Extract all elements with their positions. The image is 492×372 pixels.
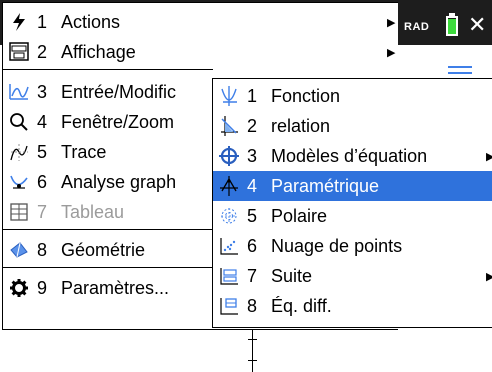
menu-item-actions[interactable]: 1 Actions [3,7,399,37]
gear-icon [7,276,31,300]
magnifier-icon [7,110,31,134]
parametric-icon [217,174,241,198]
table-icon [7,200,31,224]
submenu-item-fonction[interactable]: 1 Fonction [213,81,492,111]
lightning-icon [7,10,31,34]
submenu-item-nuage-de-points[interactable]: 6 Nuage de points [213,231,492,261]
submenu-item-eq-diff[interactable]: 8 Éq. diff. [213,291,492,321]
submenu-arrow-icon: ▶ [387,47,396,59]
submenu-item-parametrique[interactable]: 4 Paramétrique [213,171,492,201]
diff-eq-icon [217,294,241,318]
close-icon[interactable]: ✕ [468,14,486,36]
angle-mode-indicator: RAD [404,21,430,33]
polar-icon [217,204,241,228]
axis-tick [248,339,257,340]
battery-level [448,19,456,34]
sequence-icon [217,264,241,288]
trace-icon [7,140,31,164]
axis-tick [248,360,257,361]
submenu-item-polaire[interactable]: 5 Polaire [213,201,492,231]
geometry-icon [7,238,31,262]
submenu-arrow-icon: ▶ [387,17,396,29]
menu-item-affichage[interactable]: 2 Affichage [3,37,399,67]
view-icon [7,40,31,64]
function-icon [217,84,241,108]
analyze-icon [7,170,31,194]
graph-entry-icon [7,80,31,104]
submenu-item-suite[interactable]: 7 Suite [213,261,492,291]
menu-divider [3,229,213,230]
menu-divider [3,69,213,70]
scatter-icon [217,234,241,258]
entry-line-toggle-icon[interactable] [448,66,472,78]
submenu-arrow-icon: ▶ [486,271,492,283]
submenu-arrow-icon: ▶ [486,151,492,163]
submenu-entree-modification: 1 Fonction 2 relation 3 Modèles d’équati… [212,78,492,328]
equation-templates-icon [217,144,241,168]
submenu-item-modeles-equation[interactable]: 3 Modèles d’équation [213,141,492,171]
relation-icon [217,114,241,138]
submenu-item-relation[interactable]: 2 relation [213,111,492,141]
menu-divider [3,267,213,268]
